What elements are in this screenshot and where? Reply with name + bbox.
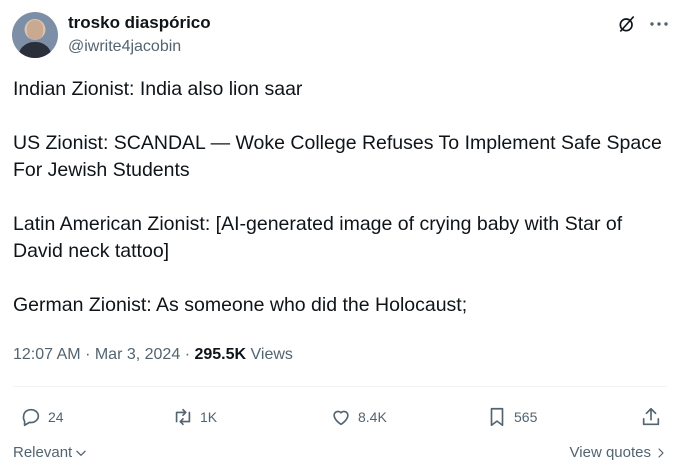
divider <box>13 386 667 387</box>
like-count: 8.4K <box>358 409 387 425</box>
author-handle[interactable]: @iwrite4jacobin <box>68 38 181 56</box>
tweet-paragraph: Latin American Zionist: [AI-generated im… <box>13 213 623 262</box>
view-quotes-link[interactable]: View quotes <box>570 444 667 461</box>
avatar-face <box>27 20 43 40</box>
separator: · <box>184 346 191 363</box>
bookmark-icon <box>490 407 504 427</box>
grok-icon[interactable] <box>617 14 637 34</box>
reply-count: 24 <box>48 409 64 425</box>
reply-icon <box>22 408 40 427</box>
tweet-paragraph: US Zionist: SCANDAL — Woke College Refus… <box>13 132 662 181</box>
more-dots-icon[interactable] <box>647 12 671 36</box>
tweet-metadata: 12:07 AM · Mar 3, 2024 · 295.5K Views <box>13 346 293 364</box>
avatar[interactable] <box>12 12 58 58</box>
tweet-date[interactable]: Mar 3, 2024 <box>95 346 180 363</box>
repost-icon <box>175 408 191 426</box>
chevron-right-icon <box>658 447 664 458</box>
repost-button[interactable]: 1K <box>172 404 217 430</box>
chevron-down-icon <box>76 450 86 456</box>
sort-dropdown[interactable]: Relevant <box>13 444 88 461</box>
tweet-time[interactable]: 12:07 AM <box>13 346 81 363</box>
share-icon <box>642 407 660 426</box>
tweet-paragraph: Indian Zionist: India also lion saar <box>13 78 303 100</box>
bookmark-button[interactable]: 565 <box>486 404 537 430</box>
views-count: 295.5K <box>194 346 247 363</box>
share-button[interactable] <box>640 404 662 430</box>
like-button[interactable]: 8.4K <box>330 404 387 430</box>
views-label: Views <box>250 346 293 363</box>
separator: · <box>85 346 91 363</box>
sort-label: Relevant <box>13 444 73 461</box>
tweet-text: Indian Zionist: India also lion saar US … <box>13 76 663 346</box>
tweet-paragraph: German Zionist: As someone who did the H… <box>13 294 468 316</box>
avatar-suit <box>18 42 52 58</box>
repost-count: 1K <box>200 409 218 425</box>
heart-icon <box>333 410 349 426</box>
author-display-name[interactable]: trosko diaspórico <box>68 13 211 33</box>
view-quotes-label: View quotes <box>569 444 651 461</box>
reply-button[interactable]: 24 <box>20 404 64 430</box>
bookmark-count: 565 <box>514 409 538 425</box>
